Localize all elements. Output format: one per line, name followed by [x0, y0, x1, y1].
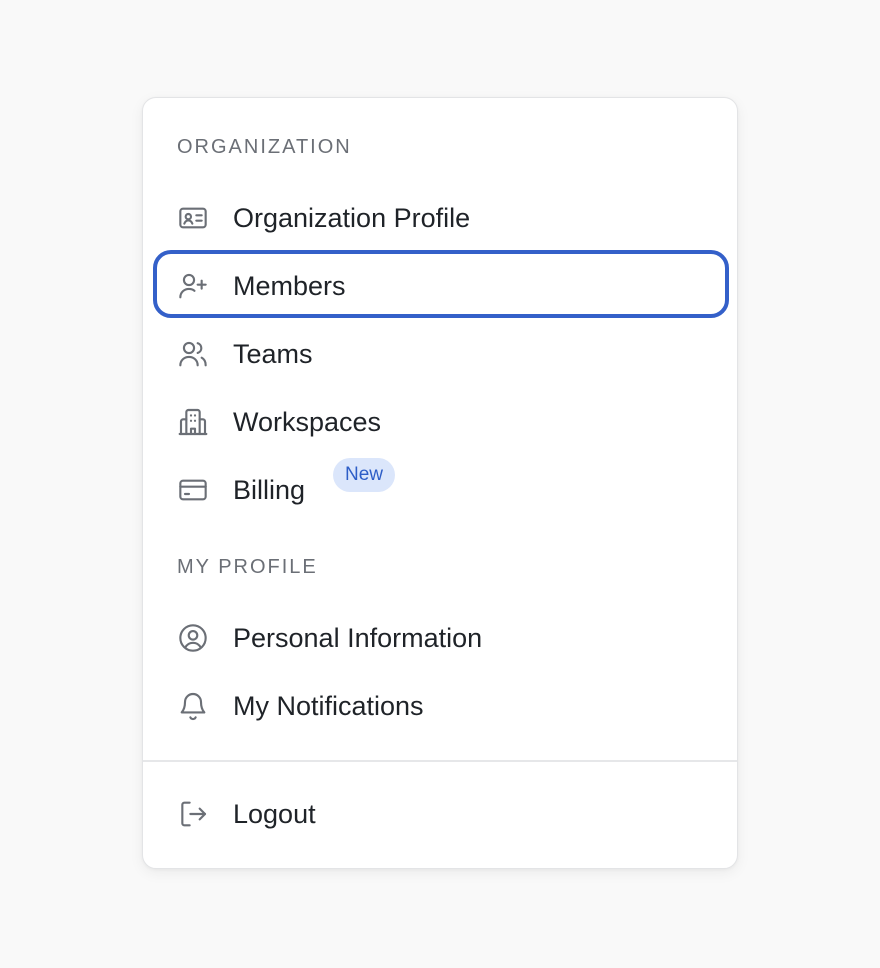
section-heading-my-profile: MY PROFILE: [177, 556, 318, 578]
users-icon: [177, 338, 209, 370]
menu-item-teams[interactable]: Teams: [153, 318, 729, 386]
menu-item-label: My Notifications: [233, 691, 424, 721]
menu-item-billing[interactable]: Billing New: [153, 454, 729, 522]
menu-item-my-notifications[interactable]: My Notifications: [153, 670, 729, 738]
menu-item-label: Workspaces: [233, 407, 382, 437]
menu-item-label: Personal Information: [233, 623, 483, 653]
menu-item-label: Organization Profile: [233, 203, 471, 233]
menu-item-label: Teams: [233, 339, 313, 369]
section-heading-organization: ORGANIZATION: [177, 136, 352, 158]
menu-item-label: Logout: [233, 799, 316, 829]
menu-item-label: Billing: [233, 475, 306, 505]
settings-menu: ORGANIZATION Organization Profile Member…: [142, 97, 738, 869]
menu-item-logout[interactable]: Logout: [153, 778, 729, 846]
user-plus-icon: [177, 270, 209, 302]
credit-card-icon: [177, 474, 209, 506]
id-card-icon: [177, 202, 209, 234]
menu-item-organization-profile[interactable]: Organization Profile: [153, 182, 729, 250]
divider: [143, 760, 737, 762]
user-circle-icon: [177, 622, 209, 654]
bell-icon: [177, 690, 209, 722]
new-badge: New: [333, 458, 396, 492]
menu-item-members[interactable]: Members: [153, 250, 729, 318]
logout-icon: [177, 798, 209, 830]
menu-item-label: Members: [233, 271, 346, 301]
menu-item-personal-information[interactable]: Personal Information: [153, 602, 729, 670]
menu-item-workspaces[interactable]: Workspaces: [153, 386, 729, 454]
building-icon: [177, 406, 209, 438]
